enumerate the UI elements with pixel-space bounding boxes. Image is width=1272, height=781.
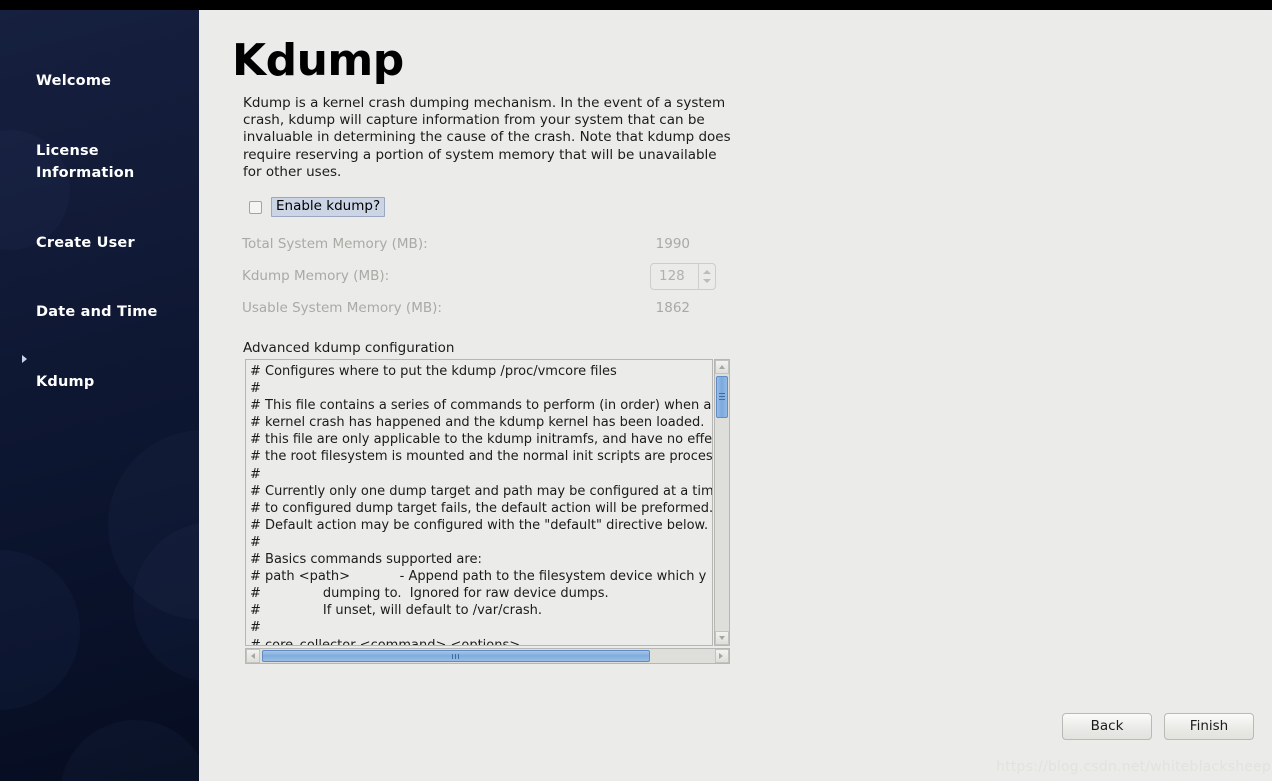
scroll-right-button[interactable] bbox=[715, 649, 729, 663]
main-content: Kdump Kdump is a kernel crash dumping me… bbox=[199, 10, 1272, 781]
usable-system-memory-value: 1862 bbox=[655, 300, 690, 316]
chevron-up-icon[interactable] bbox=[703, 270, 711, 274]
scroll-up-button[interactable] bbox=[715, 360, 729, 374]
grip-line bbox=[719, 393, 725, 394]
sidebar-item-license-information[interactable]: License Information bbox=[0, 94, 199, 186]
vertical-scrollbar[interactable] bbox=[714, 359, 730, 646]
enable-kdump-row: Enable kdump? bbox=[249, 197, 386, 217]
decorative-bubble bbox=[0, 550, 80, 710]
sidebar-item-kdump[interactable]: Kdump bbox=[0, 325, 199, 395]
usable-system-memory-label: Usable System Memory (MB): bbox=[242, 300, 442, 316]
chevron-up-icon bbox=[719, 365, 725, 369]
grip-line bbox=[452, 654, 453, 659]
footer-buttons: Back Finish bbox=[1062, 713, 1254, 740]
page-description: Kdump is a kernel crash dumping mechanis… bbox=[243, 95, 731, 180]
sidebar-item-label: Create User bbox=[36, 234, 135, 251]
grip-line bbox=[455, 654, 456, 659]
grip-line bbox=[719, 399, 725, 400]
grip-line bbox=[458, 654, 459, 659]
enable-kdump-label[interactable]: Enable kdump? bbox=[271, 197, 386, 217]
chevron-right-icon bbox=[719, 653, 723, 659]
kdump-memory-stepper[interactable]: 128 bbox=[650, 263, 716, 290]
advanced-config-label: Advanced kdump configuration bbox=[243, 340, 455, 356]
kdump-memory-value: 128 bbox=[659, 268, 685, 284]
total-system-memory-row: Total System Memory (MB): 1990 bbox=[242, 236, 690, 256]
sidebar-item-label: Kdump bbox=[36, 373, 95, 390]
installer-window: Welcome License Information Create User … bbox=[0, 0, 1272, 781]
stepper-buttons[interactable] bbox=[698, 264, 715, 289]
vertical-scrollbar-thumb[interactable] bbox=[716, 376, 728, 418]
sidebar-item-label: Welcome bbox=[36, 73, 112, 89]
total-system-memory-value: 1990 bbox=[655, 236, 690, 252]
sidebar: Welcome License Information Create User … bbox=[0, 10, 199, 781]
horizontal-scrollbar-thumb[interactable] bbox=[262, 650, 650, 662]
horizontal-scrollbar[interactable] bbox=[245, 648, 730, 664]
total-system-memory-label: Total System Memory (MB): bbox=[242, 236, 428, 252]
sidebar-item-date-and-time[interactable]: Date and Time bbox=[0, 255, 199, 325]
kdump-memory-label: Kdump Memory (MB): bbox=[242, 268, 390, 284]
chevron-down-icon bbox=[719, 636, 725, 640]
chevron-left-icon bbox=[251, 653, 255, 659]
finish-button[interactable]: Finish bbox=[1164, 713, 1254, 740]
sidebar-item-welcome[interactable]: Welcome bbox=[0, 24, 199, 94]
config-textarea[interactable]: # Configures where to put the kdump /pro… bbox=[245, 359, 713, 646]
sidebar-item-label: License Information bbox=[36, 142, 135, 182]
enable-kdump-checkbox[interactable] bbox=[249, 200, 262, 214]
grip-line bbox=[719, 396, 725, 397]
sidebar-item-label: Date and Time bbox=[36, 304, 158, 320]
editor-box: # Configures where to put the kdump /pro… bbox=[245, 359, 730, 646]
back-button[interactable]: Back bbox=[1062, 713, 1152, 740]
sidebar-nav-list: Welcome License Information Create User … bbox=[0, 24, 199, 394]
advanced-config-editor: # Configures where to put the kdump /pro… bbox=[245, 359, 730, 664]
top-black-bar bbox=[0, 0, 1272, 10]
page-title: Kdump bbox=[232, 35, 404, 86]
selection-arrow-icon bbox=[22, 355, 27, 364]
scroll-left-button[interactable] bbox=[246, 649, 260, 663]
scroll-down-button[interactable] bbox=[715, 631, 729, 645]
kdump-memory-row: Kdump Memory (MB): 128 bbox=[242, 263, 716, 290]
usable-system-memory-row: Usable System Memory (MB): 1862 bbox=[242, 300, 690, 320]
sidebar-item-create-user[interactable]: Create User bbox=[0, 186, 199, 256]
decorative-bubble bbox=[60, 720, 199, 781]
watermark: https://blog.csdn.net/whiteblacksheep bbox=[996, 759, 1271, 775]
chevron-down-icon[interactable] bbox=[703, 279, 711, 283]
